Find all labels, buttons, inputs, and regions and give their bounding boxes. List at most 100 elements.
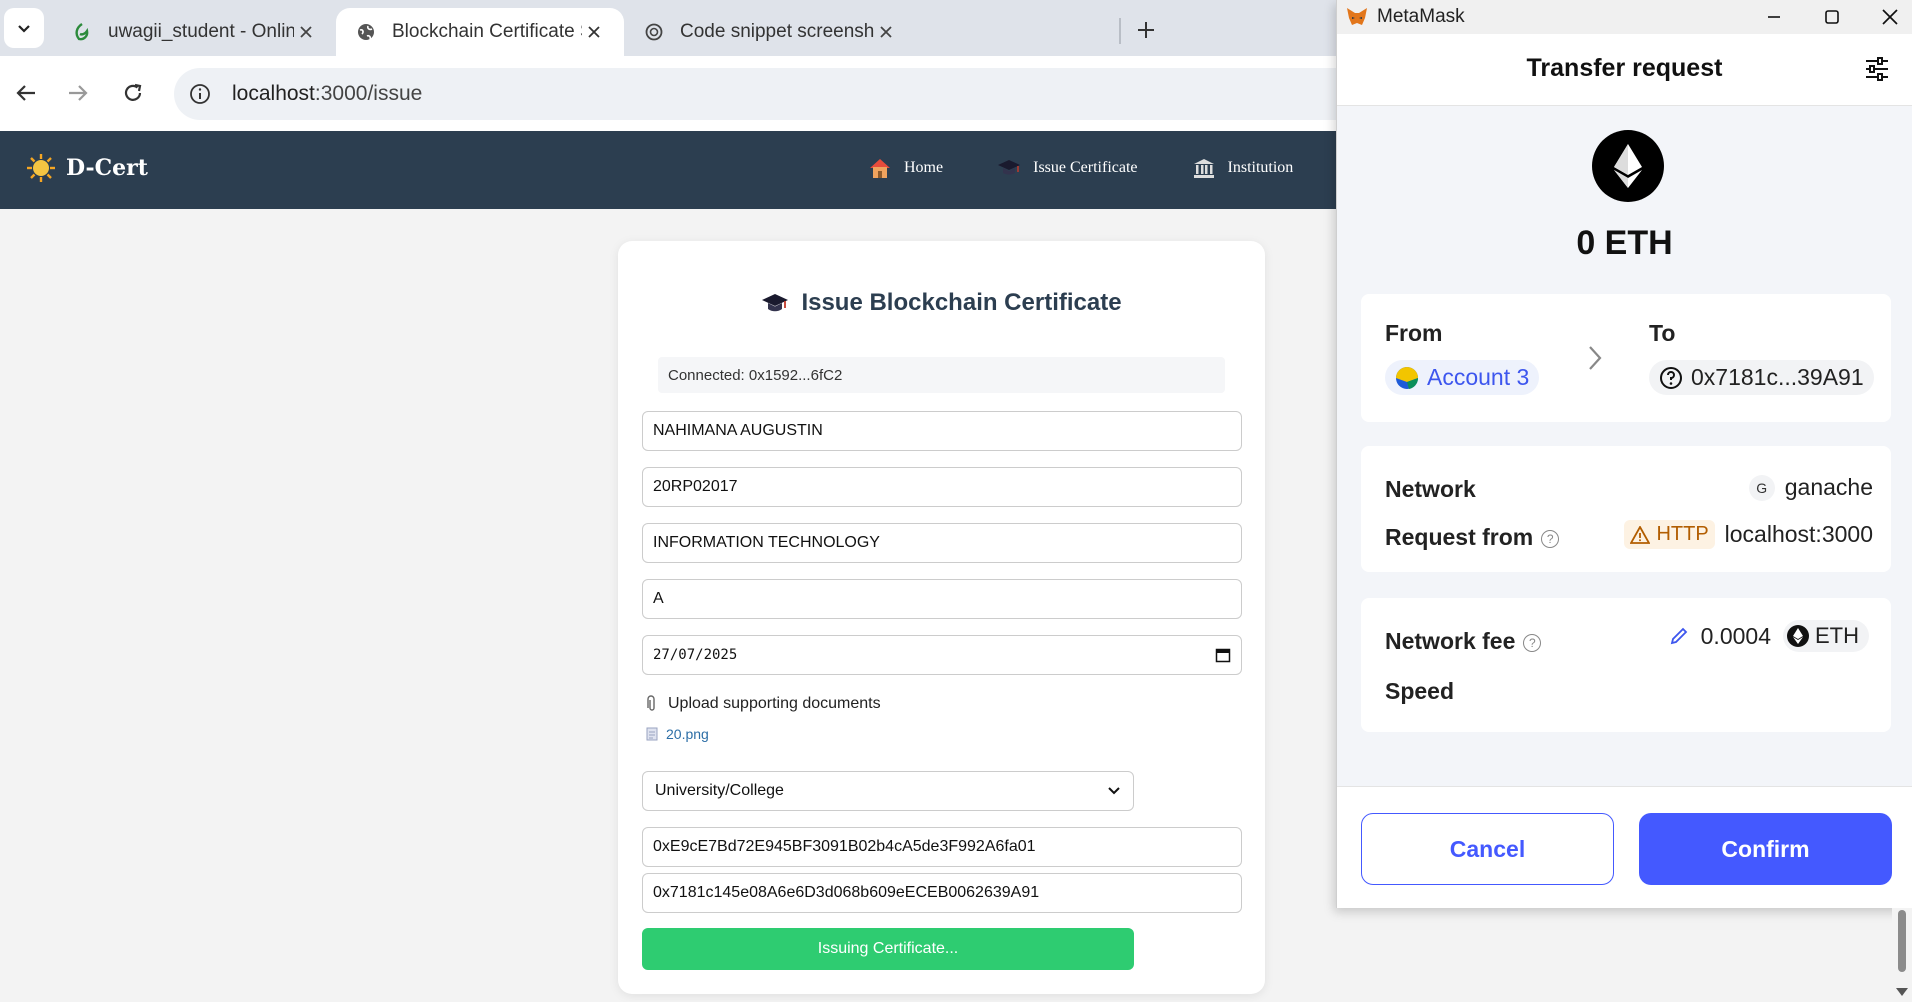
- issue-date-value: 27/07/2025: [653, 647, 738, 663]
- new-tab-button[interactable]: [1128, 12, 1164, 48]
- url-host: localhost: [232, 82, 315, 105]
- sliders-icon: [1866, 57, 1888, 81]
- nav-links: Home Issue Certificate Institution: [868, 157, 1347, 179]
- scroll-down-arrow[interactable]: [1896, 988, 1908, 996]
- forward-button[interactable]: [58, 73, 98, 113]
- close-icon[interactable]: [874, 20, 898, 44]
- network-badge-icon: G: [1748, 474, 1775, 501]
- house-icon: [870, 159, 890, 178]
- student-name-input[interactable]: NAHIMANA AUGUSTIN: [642, 411, 1242, 451]
- graduation-cap-icon: [762, 294, 789, 312]
- openai-icon: [642, 20, 666, 44]
- back-button[interactable]: [6, 73, 46, 113]
- from-to-card: From To Account 3 0x7181c...39A91: [1361, 294, 1891, 422]
- close-icon[interactable]: [582, 20, 606, 44]
- site-info-icon[interactable]: [176, 70, 224, 118]
- request-from-label-text: Request from: [1385, 524, 1534, 550]
- overleaf-icon: [70, 20, 94, 44]
- from-label: From: [1385, 320, 1443, 346]
- ethereum-icon: [1787, 625, 1809, 647]
- network-value: ganache: [1784, 474, 1873, 500]
- department-input[interactable]: INFORMATION TECHNOLOGY: [642, 523, 1242, 563]
- from-account-name: Account 3: [1427, 364, 1530, 390]
- issuer-address-input[interactable]: 0xE9cE7Bd72E945BF3091B02b4cA5de3F992A6fa…: [642, 827, 1242, 867]
- chevron-down-icon: [1108, 787, 1120, 795]
- reload-icon: [124, 83, 142, 101]
- recipient-address-input[interactable]: 0x7181c145e08A6e6D3d068b609eECEB0062639A…: [642, 873, 1242, 913]
- question-circle-icon: [1660, 366, 1682, 389]
- transfer-request-title: Transfer request: [1526, 54, 1723, 82]
- fee-unit: ETH: [1815, 623, 1859, 648]
- warning-icon: [1630, 525, 1651, 544]
- help-icon[interactable]: ?: [1541, 529, 1560, 548]
- account-avatar-icon: [1396, 366, 1419, 389]
- issue-certificate-button[interactable]: Issuing Certificate...: [642, 928, 1134, 970]
- from-account-pill[interactable]: Account 3: [1385, 360, 1540, 395]
- to-address-pill[interactable]: 0x7181c...39A91: [1649, 360, 1874, 395]
- metamask-footer: Cancel Confirm: [1337, 786, 1912, 908]
- transfer-amount: 0 ETH: [1576, 224, 1673, 262]
- maximize-icon: [1825, 10, 1839, 24]
- arrow-left-icon: [16, 85, 35, 101]
- close-window-button[interactable]: [1867, 0, 1912, 34]
- issue-certificate-card: Issue Blockchain Certificate Connected: …: [618, 241, 1265, 994]
- advanced-settings-button[interactable]: [1864, 56, 1890, 87]
- minimize-icon: [1768, 16, 1780, 18]
- network-label: Network: [1385, 476, 1476, 502]
- paperclip-icon: [647, 695, 655, 711]
- arrow-right-icon: [69, 85, 88, 101]
- fee-unit-pill: ETH: [1783, 620, 1869, 652]
- scrollbar-thumb[interactable]: [1898, 910, 1906, 972]
- network-fee-value: 0.0004: [1700, 622, 1771, 649]
- document-icon: [646, 727, 658, 741]
- reload-button[interactable]: [113, 73, 153, 113]
- calendar-icon[interactable]: [1215, 647, 1231, 663]
- metamask-body: 0 ETH From To Account 3 0x7181c...39A91 …: [1337, 106, 1912, 786]
- globe-icon: [354, 20, 378, 44]
- close-icon: [1882, 9, 1898, 25]
- brand[interactable]: D-Cert: [26, 153, 148, 183]
- uploaded-file[interactable]: 20.png: [646, 726, 709, 742]
- help-icon[interactable]: ?: [1523, 633, 1542, 652]
- request-from-value: localhost:3000: [1724, 521, 1873, 547]
- uploaded-file-name: 20.png: [666, 726, 709, 742]
- chevron-down-icon: [18, 25, 30, 33]
- maximize-button[interactable]: [1809, 0, 1855, 34]
- network-value-group: G ganache: [1748, 474, 1873, 501]
- edit-pencil-icon[interactable]: [1669, 626, 1689, 646]
- tab-search-button[interactable]: [4, 8, 44, 48]
- tab-code-snippet[interactable]: Code snippet screenshot: [624, 8, 916, 56]
- minimize-button[interactable]: [1751, 0, 1797, 34]
- confirm-button[interactable]: Confirm: [1639, 813, 1892, 885]
- page-scrollbar[interactable]: [1892, 908, 1912, 1002]
- metamask-titlebar: MetaMask: [1337, 0, 1912, 34]
- network-fee-label: Network fee?: [1385, 628, 1542, 655]
- close-icon[interactable]: [294, 20, 318, 44]
- plus-icon: [1138, 22, 1154, 38]
- tab-title: Blockchain Certificate System: [392, 21, 582, 42]
- tab-overleaf[interactable]: uwagii_student - Online LaTeX E: [52, 8, 336, 56]
- wallet-connected-status: Connected: 0x1592...6fC2: [658, 357, 1225, 393]
- to-label: To: [1649, 320, 1676, 346]
- nav-institution[interactable]: Institution: [1192, 157, 1294, 179]
- metamask-header: Transfer request: [1337, 34, 1912, 106]
- http-warning-badge: HTTP: [1624, 520, 1715, 549]
- tab-title: uwagii_student - Online LaTeX E: [108, 21, 294, 42]
- ethereum-icon: [1592, 130, 1664, 202]
- nav-home-label: Home: [904, 159, 944, 176]
- tab-blockchain[interactable]: Blockchain Certificate System: [336, 8, 624, 56]
- tab-title: Code snippet screenshot: [680, 21, 874, 42]
- nav-home[interactable]: Home: [868, 157, 943, 179]
- cancel-button[interactable]: Cancel: [1361, 813, 1614, 885]
- institution-type-select[interactable]: University/College: [642, 771, 1134, 811]
- issue-date-input[interactable]: 27/07/2025: [642, 635, 1242, 675]
- nav-institution-label: Institution: [1227, 159, 1294, 176]
- metamask-window-title: MetaMask: [1377, 6, 1465, 27]
- request-from-label: Request from?: [1385, 524, 1560, 551]
- registration-number-input[interactable]: 20RP02017: [642, 467, 1242, 507]
- url-text: localhost:3000/issue: [232, 82, 422, 106]
- nav-issue-certificate[interactable]: Issue Certificate: [997, 157, 1138, 179]
- grade-input[interactable]: A: [642, 579, 1242, 619]
- upload-documents-label[interactable]: Upload supporting documents: [646, 695, 881, 713]
- upload-label-text: Upload supporting documents: [668, 695, 881, 712]
